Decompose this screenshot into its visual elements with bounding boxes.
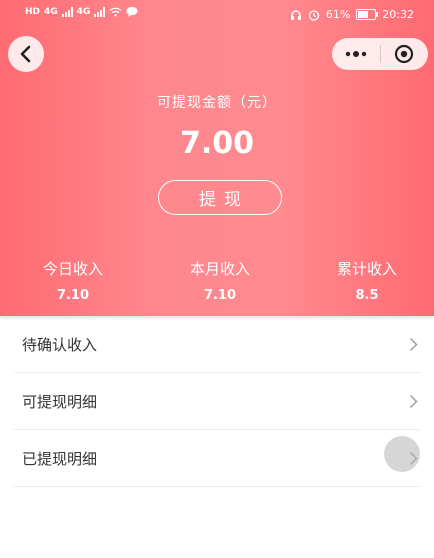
battery-percent: 61%	[325, 8, 351, 21]
hd-label-1: HD	[25, 6, 41, 17]
chevron-right-icon	[410, 394, 418, 408]
battery-icon	[356, 9, 379, 20]
network-label-1: 4G	[44, 6, 58, 17]
back-button[interactable]	[8, 36, 44, 72]
menu-item-label: 可提现明细	[22, 392, 98, 411]
clock: 20:32	[382, 8, 414, 21]
menu-item-label: 已提现明细	[22, 449, 98, 468]
withdraw-button[interactable]: 提现	[158, 180, 282, 215]
miniprogram-capsule	[332, 38, 428, 70]
menu-item-label: 待确认收入	[22, 335, 98, 354]
stat-today-value: 7.10	[56, 288, 90, 303]
signal-icon-2	[94, 6, 106, 17]
header-panel: HD 4G 4G 61% 20:32 可提现金额（元） 7.00 提现 今日收入…	[0, 0, 434, 316]
close-miniprogram-button[interactable]	[381, 38, 429, 70]
wifi-icon	[109, 7, 122, 16]
floating-assist-ball[interactable]	[384, 436, 420, 472]
chat-bubble-icon	[126, 6, 138, 17]
chevron-right-icon	[410, 337, 418, 351]
menu-list: 待确认收入 可提现明细 已提现明细	[14, 316, 420, 487]
withdrawable-label: 可提现金额（元）	[157, 95, 277, 111]
stat-today: 今日收入 7.10	[8, 258, 138, 303]
stat-month-label: 本月收入	[189, 260, 250, 278]
stat-total: 累计收入 8.5	[302, 258, 432, 303]
status-bar: HD 4G 4G 61% 20:32	[0, 0, 434, 30]
alarm-icon	[308, 9, 319, 21]
menu-item-withdrawable-details[interactable]: 可提现明细	[14, 373, 420, 430]
more-dots-icon	[345, 51, 366, 57]
stat-total-value: 8.5	[355, 288, 379, 303]
target-close-icon	[395, 44, 414, 64]
network-label-2: 4G	[76, 6, 91, 17]
more-button[interactable]	[332, 38, 380, 70]
withdrawable-amount: 7.00	[179, 126, 255, 161]
status-left: HD 4G 4G	[25, 6, 138, 17]
signal-icon	[61, 6, 73, 17]
stat-total-label: 累计收入	[336, 260, 397, 278]
stat-month: 本月收入 7.10	[155, 258, 285, 303]
stat-today-label: 今日收入	[42, 260, 103, 278]
headphone-icon	[290, 9, 301, 20]
stat-month-value: 7.10	[203, 288, 237, 303]
menu-item-withdrawn-details[interactable]: 已提现明细	[14, 430, 420, 487]
menu-item-pending-income[interactable]: 待确认收入	[14, 316, 420, 373]
chevron-left-icon	[20, 45, 31, 63]
status-right: 61% 20:32	[290, 8, 414, 21]
